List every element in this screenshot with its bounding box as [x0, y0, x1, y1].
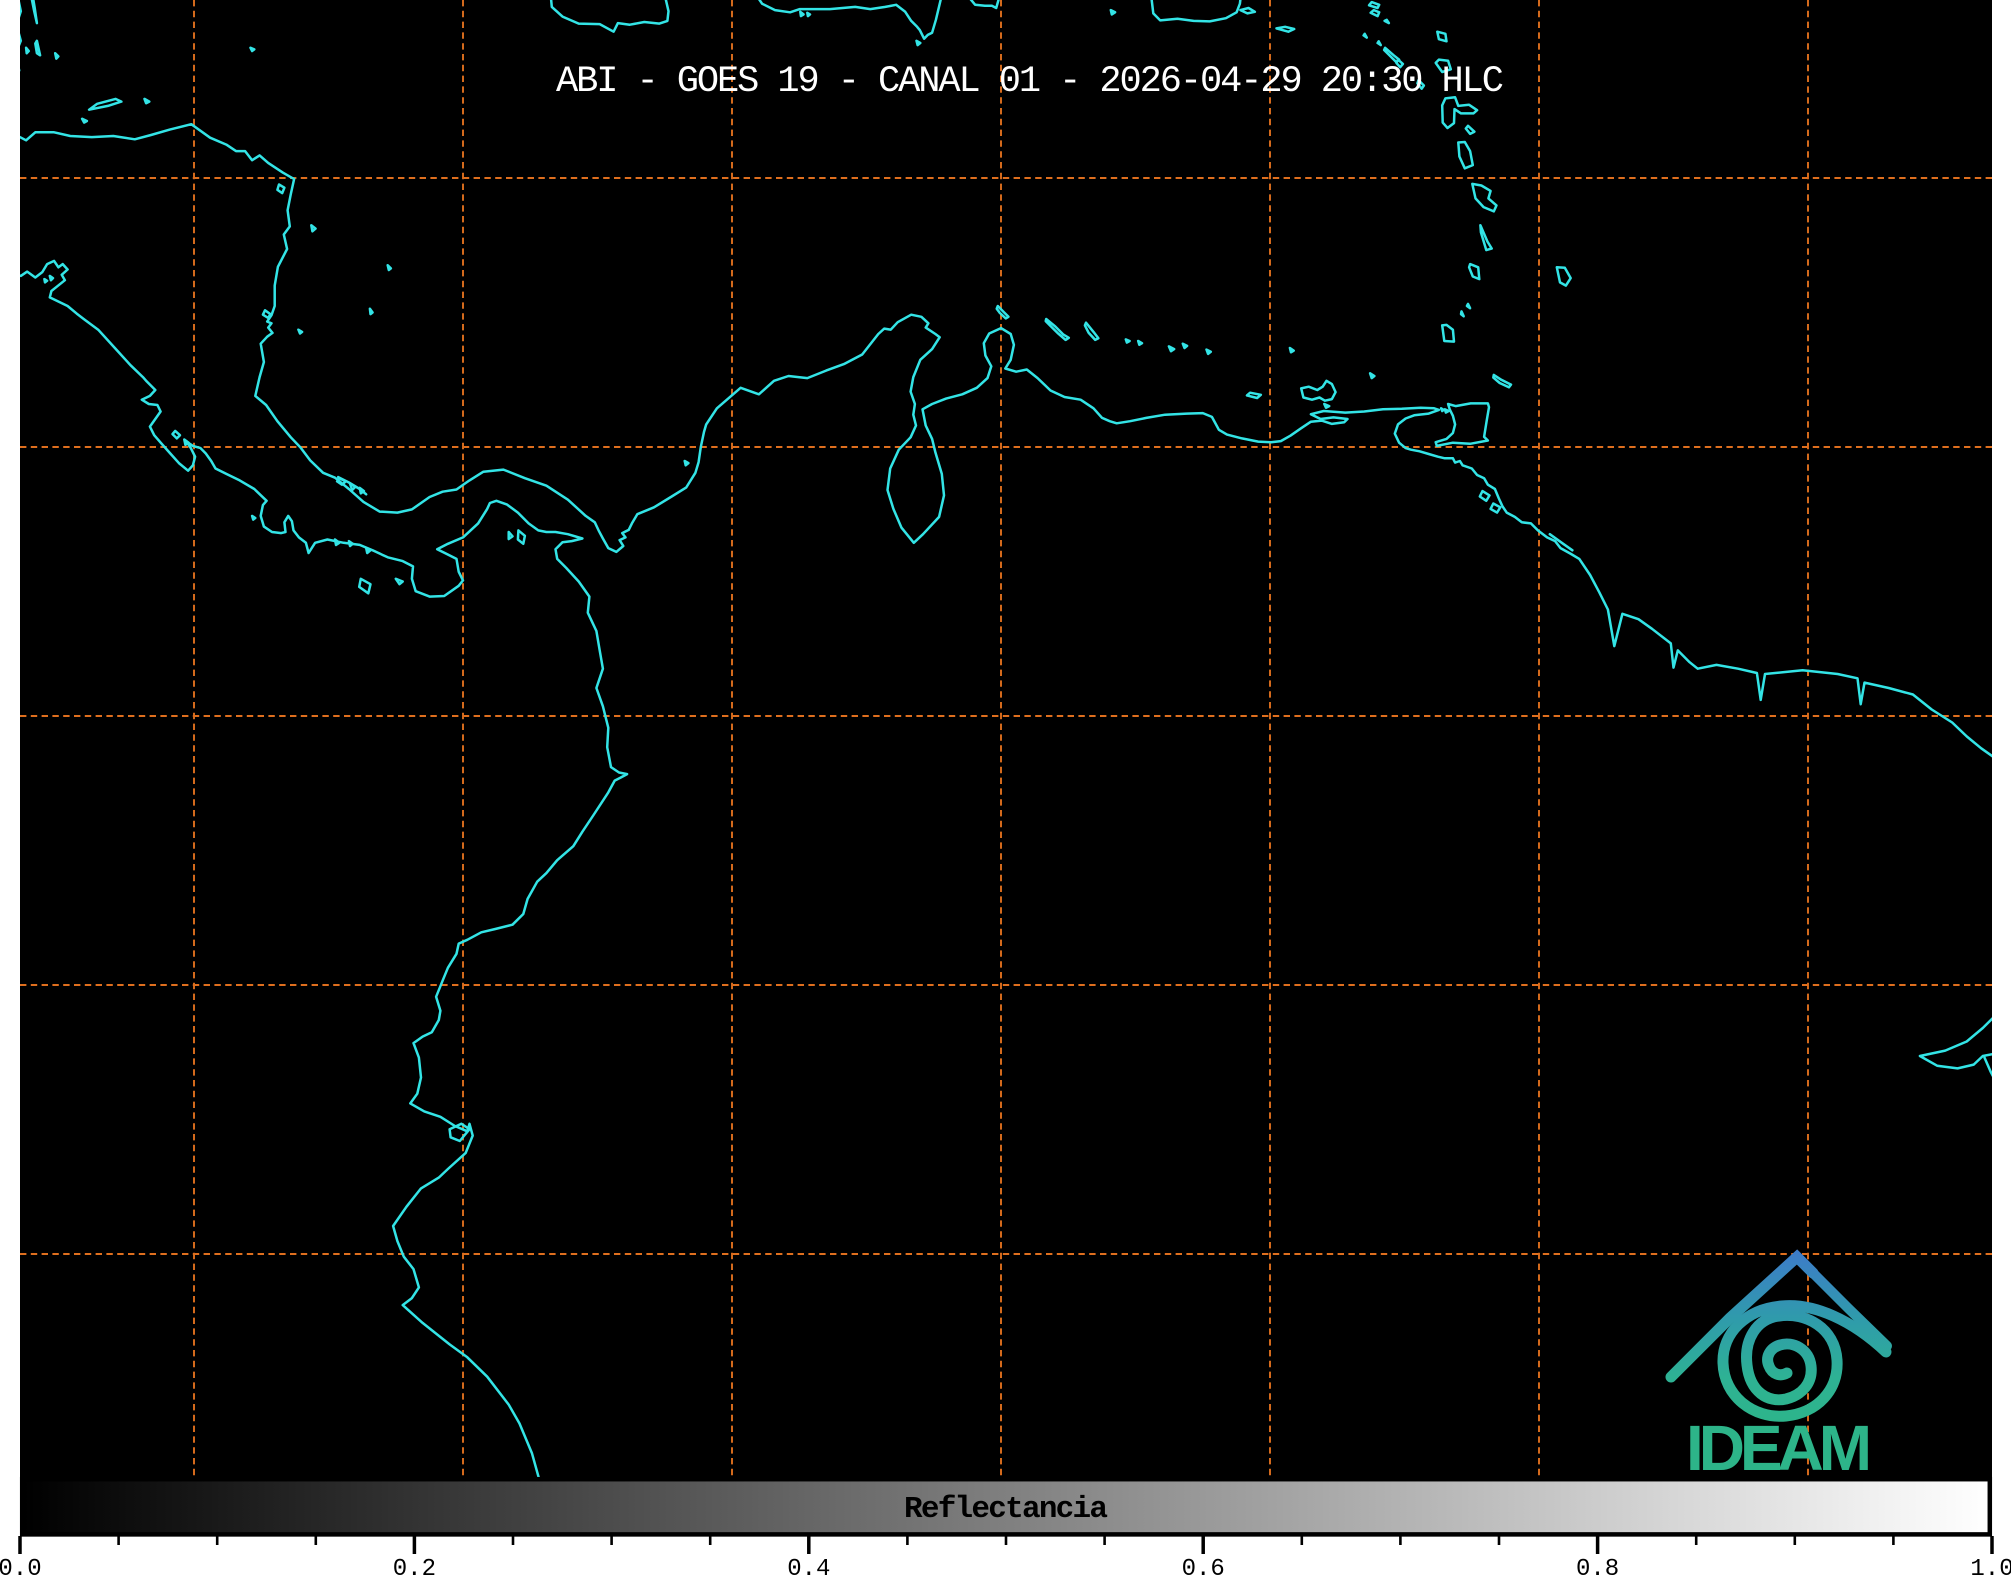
svg-text:0.6: 0.6 — [1182, 1556, 1225, 1577]
svg-text:0.0: 0.0 — [0, 1556, 42, 1577]
svg-text:1.0: 1.0 — [1970, 1556, 2011, 1577]
svg-text:Reflectancia: Reflectancia — [904, 1492, 1108, 1527]
svg-text:0.8: 0.8 — [1576, 1556, 1619, 1577]
svg-text:ABI - GOES 19 - CANAL 01 - 202: ABI - GOES 19 - CANAL 01 - 2026-04-29 20… — [556, 61, 1504, 103]
svg-text:IDEAM: IDEAM — [1686, 1412, 1872, 1484]
svg-text:0.4: 0.4 — [787, 1556, 830, 1577]
svg-text:0.2: 0.2 — [393, 1556, 436, 1577]
